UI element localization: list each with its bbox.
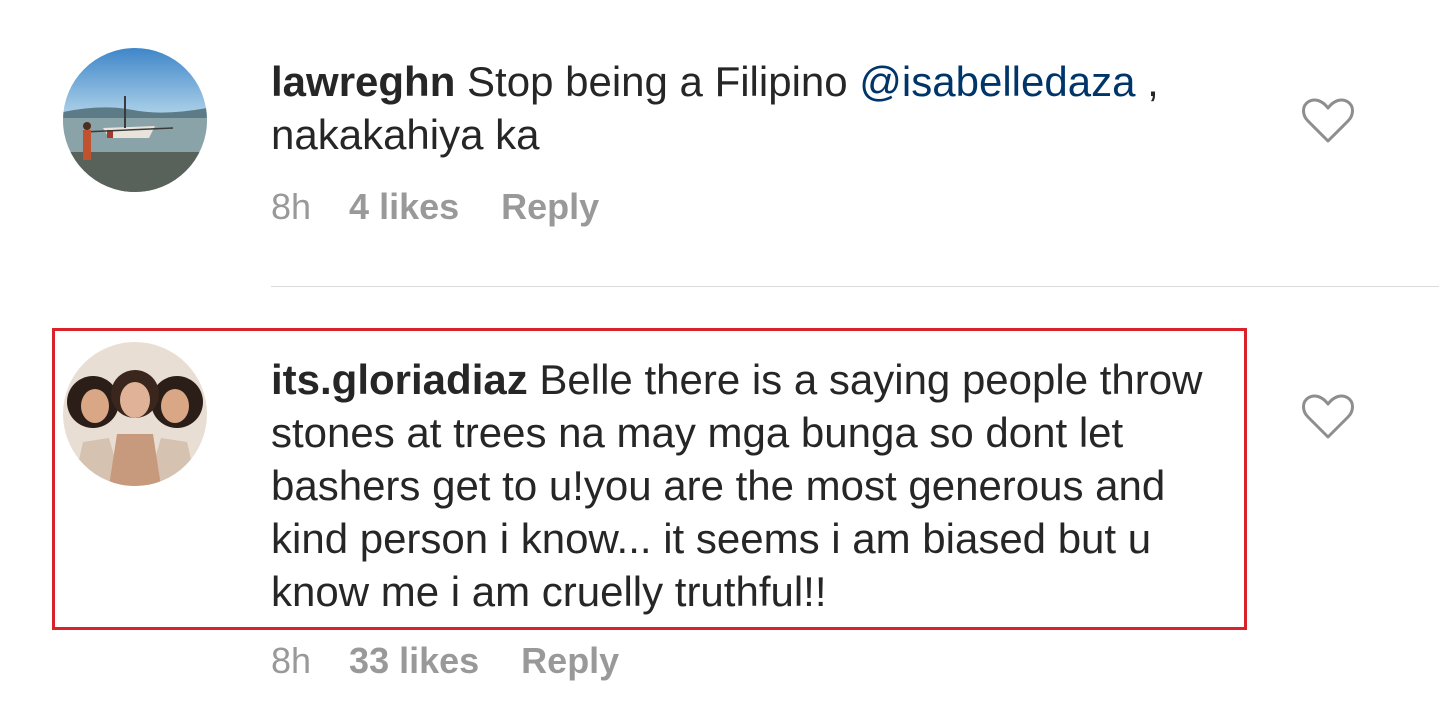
comment-text-before: Stop being a Filipino xyxy=(455,58,860,105)
comment-meta: 8h 4 likes Reply xyxy=(271,186,599,228)
heart-outline-icon[interactable] xyxy=(1302,394,1354,440)
comment-username[interactable]: lawreghn xyxy=(271,58,455,105)
comment-username[interactable]: its.gloriadiaz xyxy=(271,356,528,403)
comment-time: 8h xyxy=(271,640,312,681)
heart-outline-icon[interactable] xyxy=(1302,98,1354,144)
comment-item: lawreghn Stop being a Filipino @isabelle… xyxy=(0,0,1439,286)
comment-time: 8h xyxy=(271,186,312,227)
comment-text: its.gloriadiaz Belle there is a saying p… xyxy=(271,353,1231,618)
avatar[interactable] xyxy=(63,342,207,486)
comment-meta: 8h 33 likes Reply xyxy=(271,640,619,682)
avatar[interactable] xyxy=(63,48,207,192)
beach-boat-photo-icon xyxy=(63,48,207,192)
comment-likes[interactable]: 33 likes xyxy=(349,640,479,682)
comment-mention[interactable]: @isabelledaza xyxy=(859,58,1135,105)
reply-button[interactable]: Reply xyxy=(521,640,619,682)
comment-item: its.gloriadiaz Belle there is a saying p… xyxy=(0,287,1439,717)
three-women-photo-icon xyxy=(63,342,207,486)
reply-button[interactable]: Reply xyxy=(501,186,599,228)
comment-likes[interactable]: 4 likes xyxy=(349,186,459,228)
comment-text: lawreghn Stop being a Filipino @isabelle… xyxy=(271,55,1231,161)
